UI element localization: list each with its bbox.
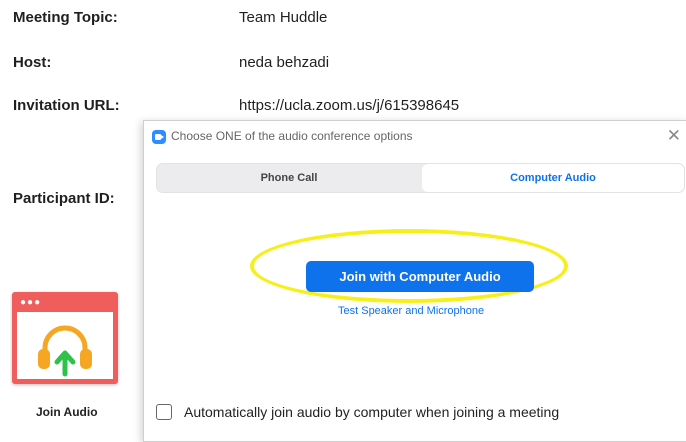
meeting-topic-label: Meeting Topic: [13, 9, 118, 26]
join-with-computer-audio-button[interactable]: Join with Computer Audio [306, 261, 534, 292]
host-label: Host: [13, 54, 52, 71]
window-dots-icon: ●●● [20, 297, 42, 308]
join-audio-tile[interactable]: ●●● [12, 292, 118, 384]
dialog-title-bar: Choose ONE of the audio conference optio… [144, 121, 686, 153]
invitation-url-label: Invitation URL: [13, 97, 120, 114]
headphones-upload-icon [38, 325, 92, 377]
close-icon[interactable]: ✕ [667, 126, 681, 146]
join-audio-label: Join Audio [36, 405, 98, 419]
auto-join-checkbox[interactable] [156, 404, 172, 420]
tab-phone-call[interactable]: Phone Call [157, 164, 421, 192]
participant-id-label: Participant ID: [13, 190, 115, 207]
tab-computer-audio[interactable]: Computer Audio [422, 164, 684, 192]
audio-option-tabs: Phone Call Computer Audio [156, 163, 685, 193]
dialog-title: Choose ONE of the audio conference optio… [171, 129, 413, 143]
invitation-url-value[interactable]: https://ucla.zoom.us/j/615398645 [239, 97, 459, 114]
audio-options-dialog: Choose ONE of the audio conference optio… [143, 120, 686, 442]
zoom-logo-icon [152, 130, 166, 144]
meeting-topic-value: Team Huddle [239, 9, 328, 26]
host-value: neda behzadi [239, 54, 330, 71]
auto-join-label: Automatically join audio by computer whe… [184, 404, 560, 420]
join-audio-tile-body [17, 312, 113, 379]
test-speaker-microphone-link[interactable]: Test Speaker and Microphone [338, 305, 484, 317]
